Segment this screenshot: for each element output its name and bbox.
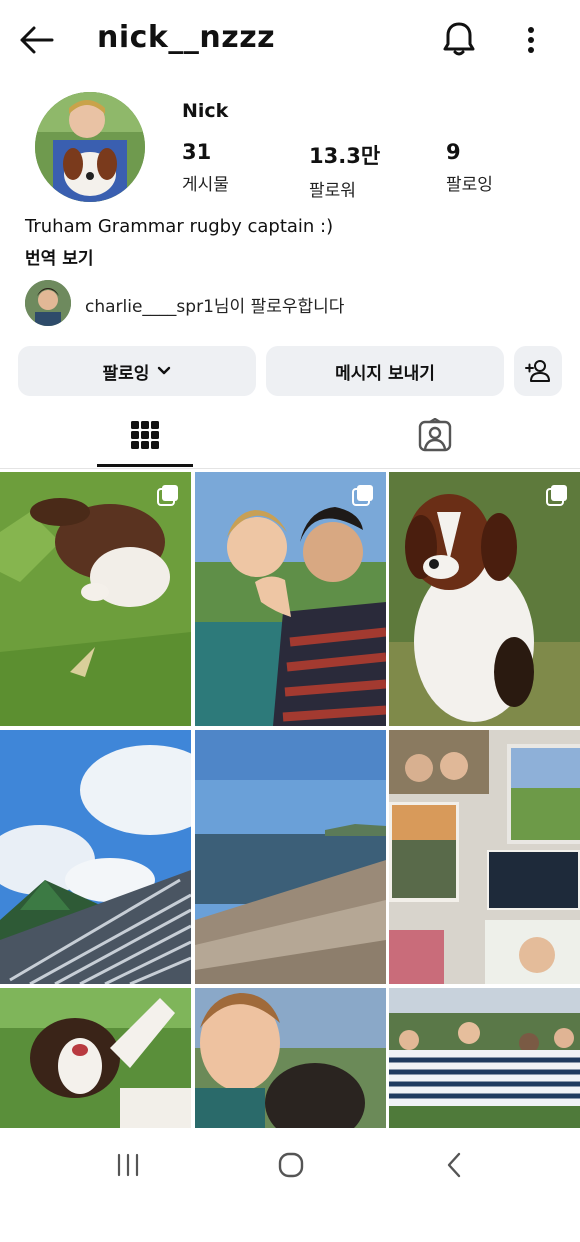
home-button[interactable]	[261, 1138, 321, 1192]
add-user-button[interactable]	[514, 346, 562, 396]
add-user-icon	[525, 360, 550, 382]
post-thumbnail[interactable]	[0, 472, 191, 726]
recent-apps-button[interactable]	[98, 1138, 158, 1192]
top-bar: nick__nzzz	[0, 0, 580, 80]
tab-tagged[interactable]	[290, 404, 580, 466]
translate-link[interactable]: 번역 보기	[25, 244, 93, 269]
following-button-label: 팔로잉	[102, 363, 150, 384]
post-thumbnail[interactable]	[195, 472, 386, 726]
tagged-person-icon	[418, 418, 452, 452]
post-thumbnail[interactable]	[0, 730, 191, 984]
more-options-button[interactable]	[514, 18, 548, 62]
back-icon	[447, 1152, 461, 1178]
stat-following-label: 팔로잉	[446, 175, 493, 195]
stat-posts[interactable]: 31 게시물	[182, 140, 229, 195]
profile-avatar[interactable]	[35, 92, 145, 202]
message-button-label: 메시지 보내기	[335, 363, 435, 384]
recent-apps-icon	[117, 1153, 139, 1177]
more-vertical-icon	[528, 27, 534, 53]
following-button[interactable]: 팔로잉	[18, 346, 256, 396]
stat-followers[interactable]: 13.3만 팔로워	[309, 140, 380, 201]
tab-divider	[0, 468, 580, 469]
carousel-icon	[546, 485, 567, 506]
notifications-button[interactable]	[436, 16, 482, 62]
profile-bio: Truham Grammar rugby captain :)	[25, 216, 334, 237]
stat-posts-label: 게시물	[182, 175, 229, 195]
post-thumbnail[interactable]	[389, 988, 580, 1242]
chevron-down-icon	[158, 366, 171, 375]
message-button[interactable]: 메시지 보내기	[266, 346, 504, 396]
post-thumbnail[interactable]	[195, 988, 386, 1242]
arrow-left-icon	[20, 26, 54, 54]
home-icon	[278, 1152, 304, 1178]
bell-icon	[443, 22, 475, 56]
post-thumbnail[interactable]	[389, 472, 580, 726]
stat-following[interactable]: 9 팔로잉	[446, 140, 493, 195]
back-button[interactable]	[14, 18, 58, 62]
system-back-button[interactable]	[424, 1138, 484, 1192]
stat-followers-count: 13.3만	[309, 144, 381, 168]
display-name: Nick	[182, 100, 229, 122]
stat-following-count: 9	[446, 140, 461, 164]
carousel-icon	[157, 485, 178, 506]
carousel-icon	[352, 485, 373, 506]
system-nav-bar	[0, 1128, 580, 1200]
profile-username: nick__nzzz	[97, 20, 276, 55]
grid-icon	[131, 421, 159, 449]
post-thumbnail[interactable]	[389, 730, 580, 984]
stat-posts-count: 31	[182, 140, 212, 164]
post-thumbnail[interactable]	[195, 730, 386, 984]
mutual-follower-avatar[interactable]	[25, 280, 71, 326]
active-tab-indicator	[97, 464, 193, 467]
followed-by-text[interactable]: charlie____spr1님이 팔로우합니다	[85, 292, 344, 317]
post-thumbnail[interactable]	[0, 988, 191, 1242]
stat-followers-label: 팔로워	[309, 181, 356, 201]
tab-posts-grid[interactable]	[0, 404, 290, 466]
